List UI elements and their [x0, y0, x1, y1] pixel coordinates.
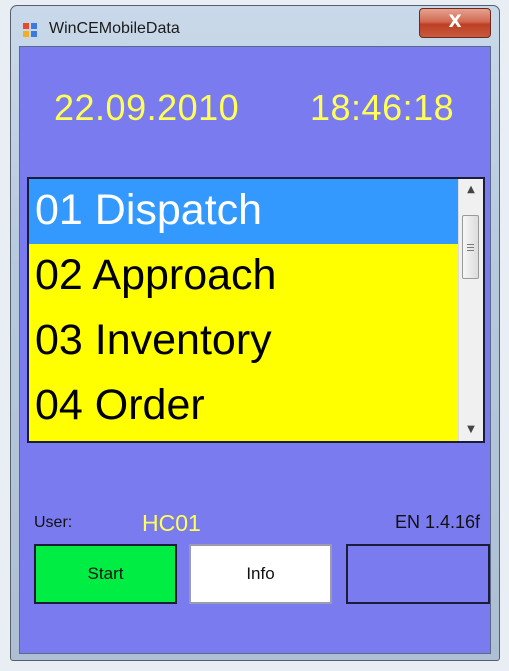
- unlabeled-button[interactable]: [346, 544, 490, 604]
- app-window: WinCEMobileData X 22.09.2010 18:46:18 01…: [10, 5, 500, 661]
- user-value: HC01: [142, 510, 201, 536]
- start-button[interactable]: Start: [34, 544, 177, 604]
- date-display: 22.09.2010: [54, 87, 240, 128]
- scroll-thumb[interactable]: [462, 215, 479, 279]
- app-icon: [23, 23, 39, 37]
- menu-items: 01 Dispatch 02 Approach 03 Inventory 04 …: [29, 179, 461, 439]
- list-item-inventory[interactable]: 03 Inventory: [29, 309, 461, 374]
- title-bar[interactable]: WinCEMobileData X: [11, 6, 499, 46]
- menu-listbox[interactable]: 01 Dispatch 02 Approach 03 Inventory 04 …: [27, 177, 485, 443]
- info-button[interactable]: Info: [189, 544, 332, 604]
- vertical-scrollbar[interactable]: ▲ ▼: [458, 179, 483, 441]
- scroll-up-icon[interactable]: ▲: [459, 179, 483, 201]
- list-item-approach[interactable]: 02 Approach: [29, 244, 461, 309]
- list-item-order[interactable]: 04 Order: [29, 374, 461, 439]
- close-icon: X: [448, 12, 462, 32]
- client-area: 22.09.2010 18:46:18 01 Dispatch 02 Appro…: [19, 46, 491, 654]
- version-label: EN 1.4.16f: [394, 512, 480, 532]
- time-display: 18:46:18: [310, 87, 455, 128]
- user-label: User:: [34, 514, 73, 531]
- scroll-down-icon[interactable]: ▼: [459, 419, 483, 441]
- window-title: WinCEMobileData: [49, 20, 180, 37]
- list-item-dispatch[interactable]: 01 Dispatch: [29, 179, 461, 244]
- close-button[interactable]: X: [419, 8, 491, 38]
